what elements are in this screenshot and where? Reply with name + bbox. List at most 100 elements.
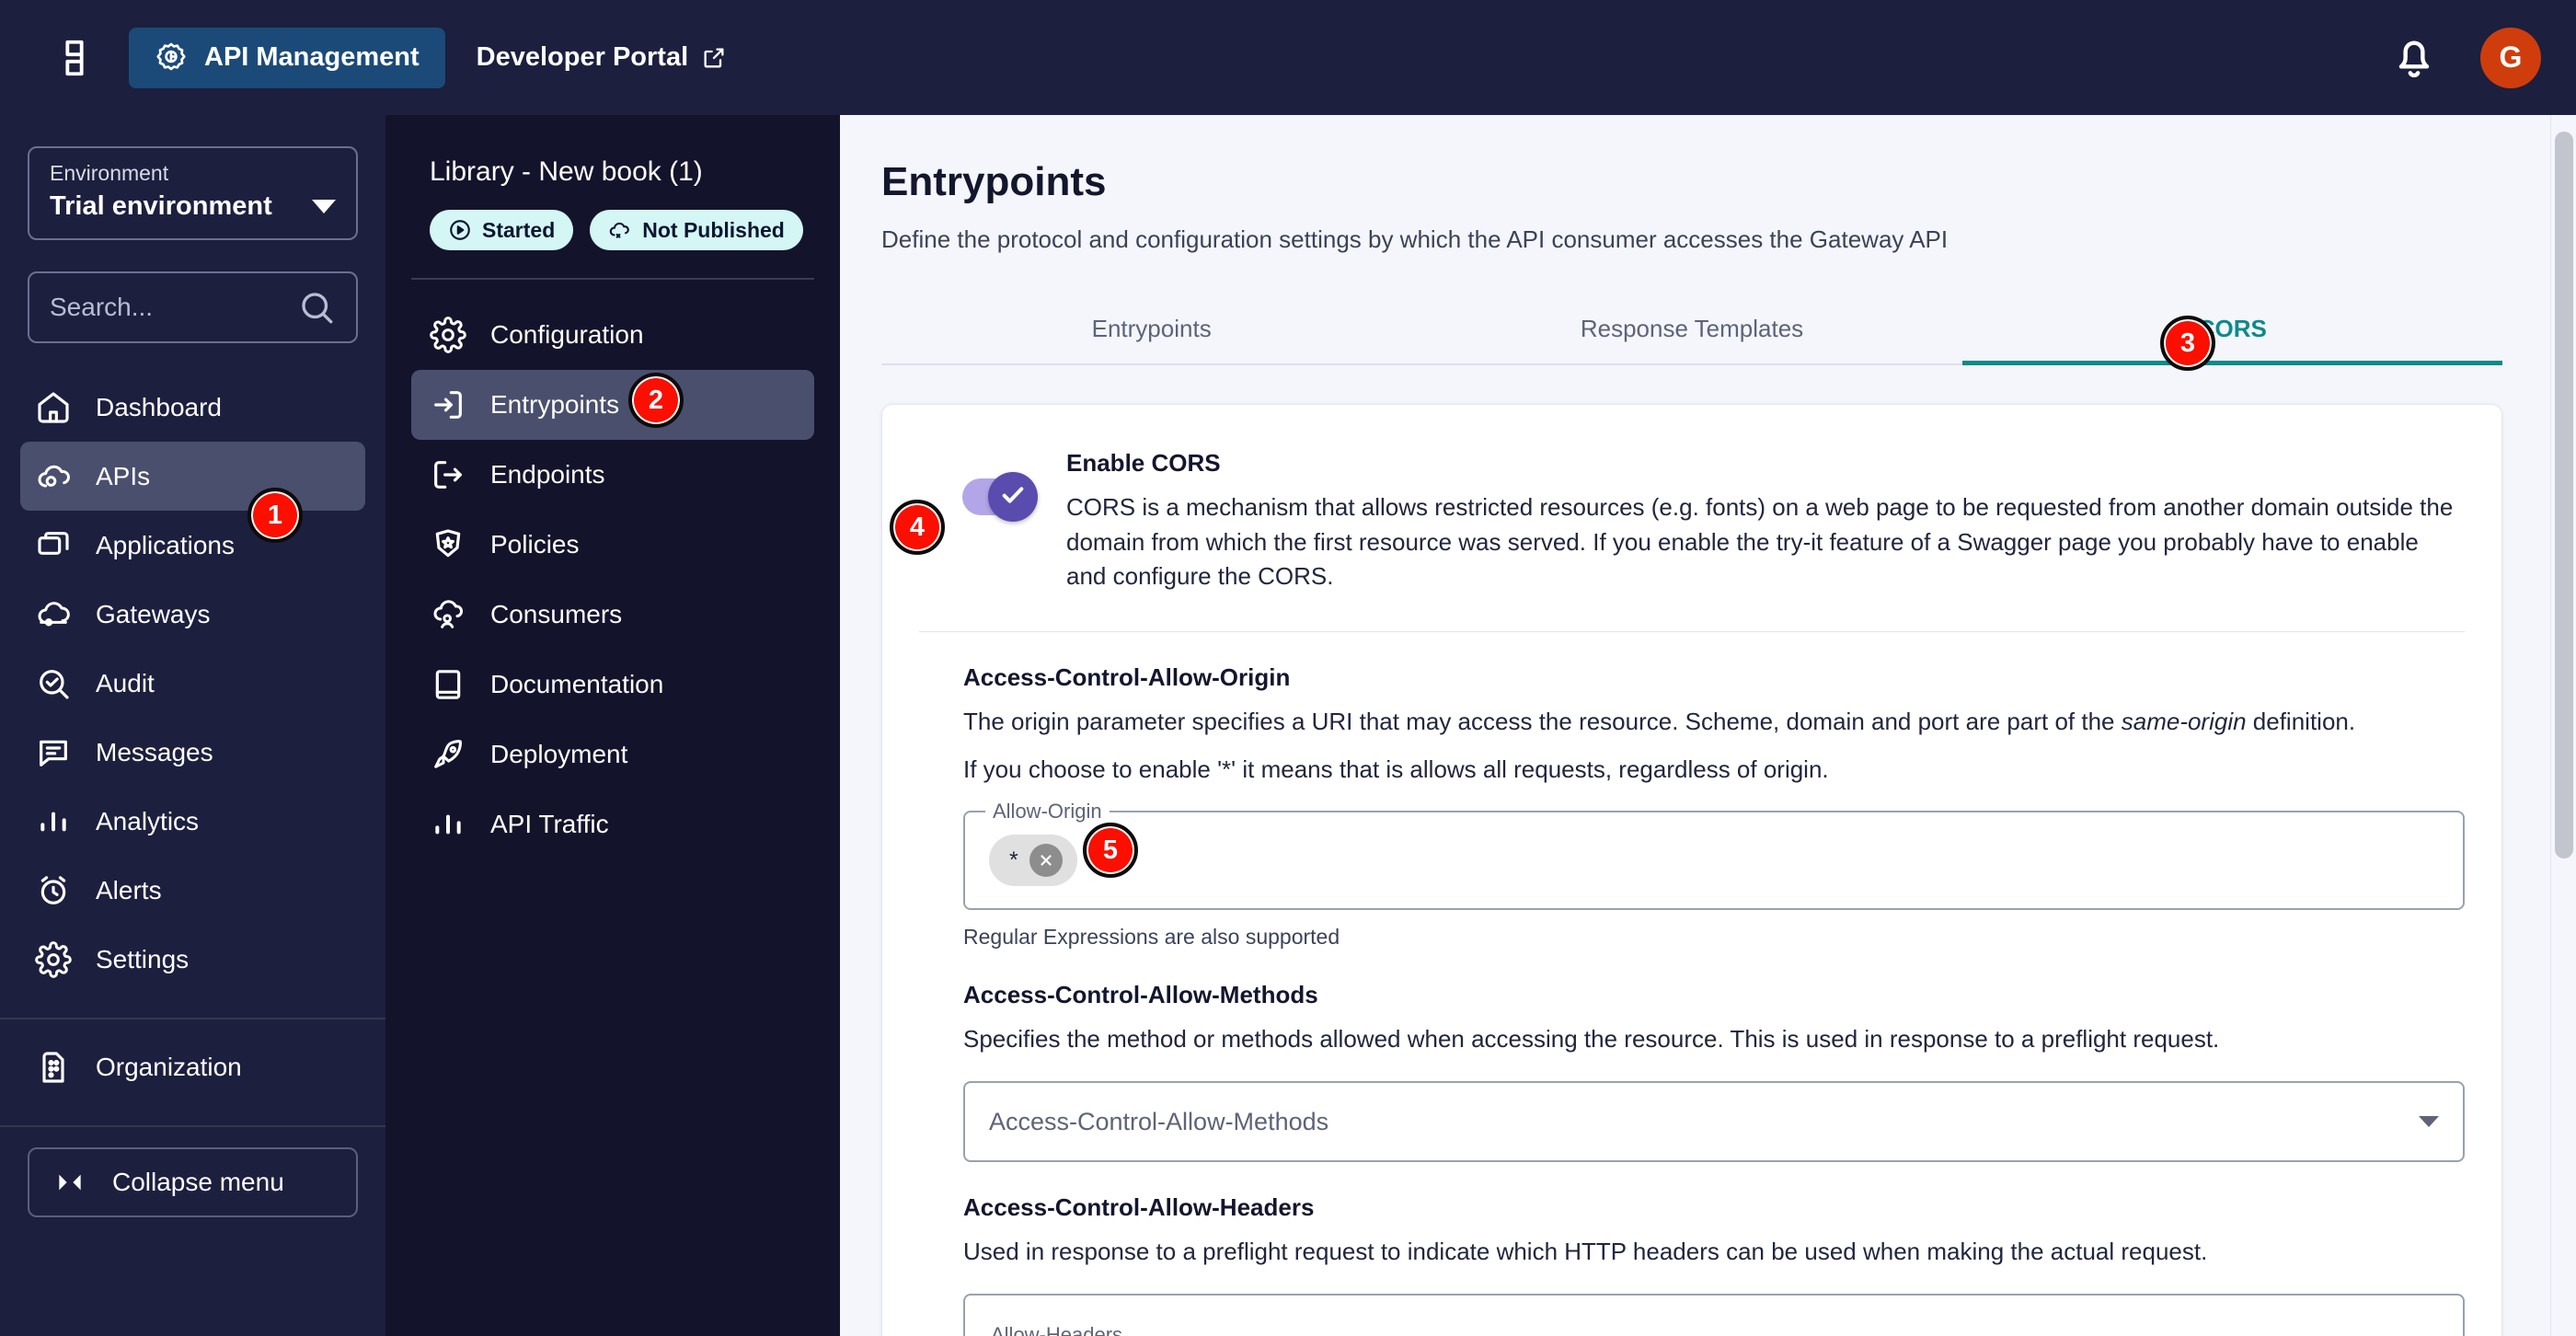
sidebar-item-label: Alerts <box>96 875 162 904</box>
tab-response-templates[interactable]: Response Templates <box>1421 298 1961 363</box>
callout-badge-1: 1 <box>247 488 303 543</box>
avatar-initial: G <box>2499 40 2523 74</box>
enable-cors-row: Enable CORS CORS is a mechanism that all… <box>919 405 2465 631</box>
sidebar-item-label: APIs <box>96 461 151 490</box>
allow-methods-placeholder: Access-Control-Allow-Methods <box>989 1107 1329 1135</box>
analytics-bars-icon <box>35 803 72 840</box>
toggle-thumb <box>988 472 1038 522</box>
enable-cors-toggle[interactable] <box>962 472 1038 522</box>
subpanel-item-deployment[interactable]: Deployment <box>411 720 814 789</box>
top-bar: API Management Developer Portal G <box>0 0 2576 115</box>
entrypoint-arrow-in-icon <box>430 386 466 423</box>
subpanel-item-label: Configuration <box>490 320 644 349</box>
home-icon <box>35 389 72 426</box>
allow-origin-helper: Regular Expressions are also supported <box>963 925 1340 950</box>
avatar[interactable]: G <box>2480 27 2541 88</box>
scrollbar-thumb[interactable] <box>2555 132 2573 858</box>
allow-methods-description: Specifies the method or methods allowed … <box>963 1025 2220 1054</box>
sidebar-divider <box>0 1018 385 1019</box>
chevron-down-icon <box>2419 1116 2439 1128</box>
endpoint-arrow-out-icon <box>430 456 466 493</box>
subpanel-title: Library - New book (1) <box>430 156 703 187</box>
shield-star-icon <box>430 526 466 563</box>
tab-entrypoints[interactable]: Entrypoints <box>881 298 1421 363</box>
subpanel-item-configuration[interactable]: Configuration <box>411 300 814 370</box>
environment-value: Trial environment <box>50 191 272 221</box>
collapse-menu-button[interactable]: Collapse menu <box>28 1147 358 1217</box>
sidebar-item-audit[interactable]: Audit <box>20 649 365 718</box>
sidebar-item-label: Analytics <box>96 806 200 835</box>
subpanel-nav: Configuration Entrypoints Endpoints Poli… <box>411 300 814 859</box>
callout-badge-3: 3 <box>2160 316 2215 371</box>
page-subtitle: Define the protocol and configuration se… <box>881 225 1949 253</box>
enable-cors-description: CORS is a mechanism that allows restrict… <box>1066 493 2454 591</box>
subpanel-item-api-traffic[interactable]: API Traffic <box>411 789 814 859</box>
allow-methods-select[interactable]: Access-Control-Allow-Methods <box>963 1081 2465 1163</box>
sidebar-item-settings[interactable]: Settings <box>20 925 365 994</box>
status-badge-started[interactable]: Started <box>430 210 574 250</box>
sidebar-item-alerts[interactable]: Alerts <box>20 856 365 925</box>
sidebar-item-analytics[interactable]: Analytics <box>20 787 365 856</box>
traffic-bars-icon <box>430 806 466 843</box>
sidebar-item-apis[interactable]: APIs <box>20 442 365 511</box>
subpanel-item-label: API Traffic <box>490 810 609 838</box>
nav-api-management[interactable]: API Management <box>129 27 445 88</box>
sidebar-nav: Dashboard APIs Applications Gateways Aud <box>0 373 385 994</box>
status-badge-not-published[interactable]: Not Published <box>590 210 803 250</box>
check-icon <box>998 480 1028 514</box>
sidebar-item-applications[interactable]: Applications <box>20 511 365 580</box>
search-icon <box>297 288 336 327</box>
subpanel-item-policies[interactable]: Policies <box>411 510 814 580</box>
tab-bar: Entrypoints Response Templates CORS <box>881 298 2503 365</box>
sidebar-divider-bottom <box>0 1125 385 1127</box>
subpanel-item-entrypoints[interactable]: Entrypoints <box>411 370 814 440</box>
nav-developer-portal-label: Developer Portal <box>476 42 689 72</box>
allow-origin-description: The origin parameter specifies a URI tha… <box>963 708 2356 736</box>
allow-origin-section: Access-Control-Allow-Origin The origin p… <box>919 632 2465 950</box>
subpanel-item-label: Consumers <box>490 600 623 628</box>
sidebar-item-gateways[interactable]: Gateways <box>20 580 365 649</box>
main-content: Entrypoints Define the protocol and conf… <box>840 115 2576 1336</box>
sidebar-organization-section: Organization <box>0 1032 385 1101</box>
allow-headers-title: Access-Control-Allow-Headers <box>963 1193 1315 1222</box>
allow-origin-field[interactable]: Allow-Origin * <box>963 800 2465 911</box>
vertical-scrollbar[interactable] <box>2550 115 2576 1336</box>
subpanel-item-documentation[interactable]: Documentation <box>411 650 814 720</box>
search-input[interactable]: Search... <box>28 271 358 343</box>
nav-developer-portal[interactable]: Developer Portal <box>477 42 727 73</box>
close-circle-icon[interactable] <box>1029 844 1063 878</box>
page-title: Entrypoints <box>881 159 1107 204</box>
sidebar-item-organization[interactable]: Organization <box>20 1032 365 1101</box>
tab-cors[interactable]: CORS <box>1961 298 2503 365</box>
allow-origin-token[interactable]: * <box>989 835 1077 887</box>
allow-headers-field[interactable]: Allow-Headers <box>963 1293 2465 1336</box>
allow-origin-legend: Allow-Origin <box>985 800 1110 824</box>
enable-cors-title: Enable CORS <box>1066 449 1221 477</box>
allow-headers-legend: Allow-Headers <box>991 1322 1123 1336</box>
notification-bell-icon[interactable] <box>2388 32 2440 84</box>
subpanel-item-endpoints[interactable]: Endpoints <box>411 440 814 510</box>
sidebar-item-messages[interactable]: Messages <box>20 718 365 787</box>
collapse-section: Collapse menu <box>0 1147 385 1217</box>
gravitee-logo-icon[interactable] <box>53 37 96 79</box>
applications-icon <box>35 527 72 564</box>
subpanel-item-consumers[interactable]: Consumers <box>411 580 814 650</box>
environment-selector[interactable]: Environment Trial environment <box>28 146 358 240</box>
allow-headers-description: Used in response to a preflight request … <box>963 1238 2208 1266</box>
tab-label: Entrypoints <box>1091 315 1212 342</box>
subpanel-item-label: Deployment <box>490 740 628 768</box>
sidebar-item-dashboard[interactable]: Dashboard <box>20 373 365 442</box>
allow-origin-title: Access-Control-Allow-Origin <box>963 663 1291 692</box>
allow-origin-description-line2: If you choose to enable '*' it means tha… <box>963 754 1829 783</box>
enable-cors-toggle-cell <box>919 449 1066 522</box>
play-circle-icon <box>448 218 472 242</box>
external-link-icon <box>701 45 727 71</box>
allow-methods-section: Access-Control-Allow-Methods Specifies t… <box>919 950 2465 1163</box>
subpanel-item-label: Documentation <box>490 670 664 698</box>
allow-origin-token-label: * <box>1009 847 1018 873</box>
status-badges: Started Not Published <box>411 210 814 250</box>
sidebar-item-label: Gateways <box>96 599 211 628</box>
sidebar-item-label: Organization <box>96 1052 242 1081</box>
sidebar-item-label: Audit <box>96 668 155 697</box>
sidebar-item-label: Messages <box>96 737 213 766</box>
